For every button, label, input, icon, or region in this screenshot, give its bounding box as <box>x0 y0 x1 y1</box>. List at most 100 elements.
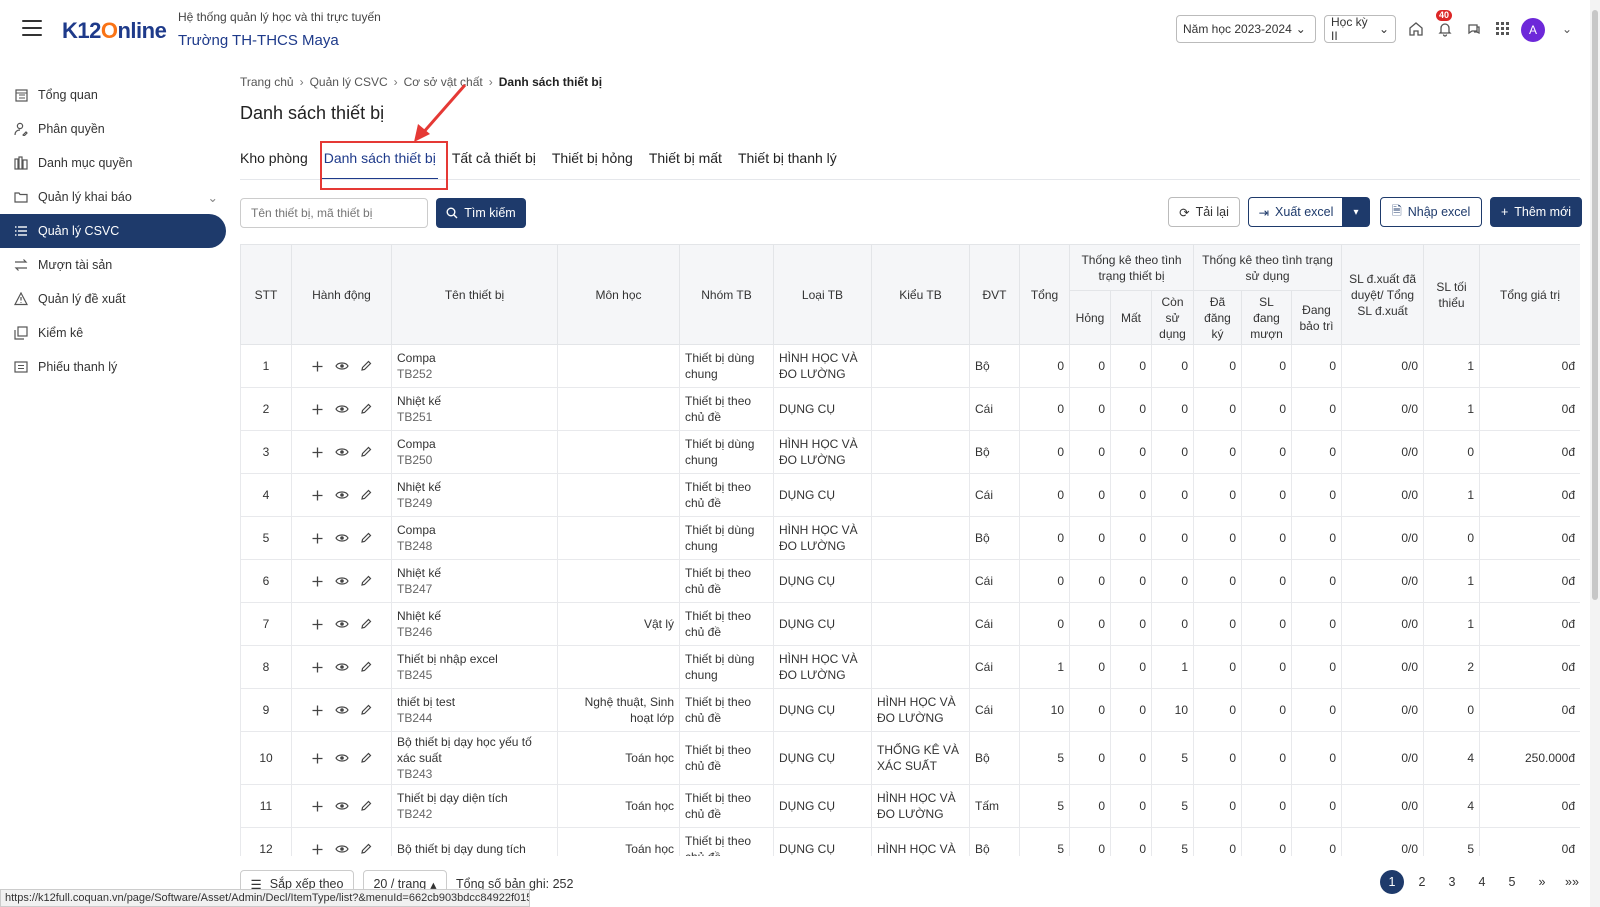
pencil-icon[interactable] <box>359 488 373 502</box>
tab-broken-devices[interactable]: Thiết bị hỏng <box>544 150 641 176</box>
chevron-down-icon[interactable]: ⌄ <box>1562 22 1572 36</box>
pencil-icon[interactable] <box>359 842 373 856</box>
sidebar-item-inventory[interactable]: Kiểm kê <box>0 316 230 350</box>
cell-stt: 7 <box>240 602 292 646</box>
eye-icon[interactable] <box>334 574 349 588</box>
sidebar-item-proposal[interactable]: Quản lý đề xuất <box>0 282 230 316</box>
plus-icon[interactable] <box>311 531 325 545</box>
cell-total: 0 <box>1019 387 1070 431</box>
breadcrumb-current: Danh sách thiết bị <box>498 75 603 89</box>
pencil-icon[interactable] <box>359 359 373 373</box>
export-excel-button[interactable]: ⇥ Xuất excel <box>1248 197 1344 227</box>
eye-icon[interactable] <box>334 359 349 373</box>
pencil-icon[interactable] <box>359 751 373 765</box>
page-3[interactable]: 3 <box>1440 870 1464 894</box>
page-4[interactable]: 4 <box>1470 870 1494 894</box>
sidebar-item-permission-catalog[interactable]: Danh mục quyền <box>0 146 230 180</box>
plus-icon[interactable] <box>311 842 325 856</box>
eye-icon[interactable] <box>334 703 349 717</box>
home-icon[interactable] <box>1405 18 1427 40</box>
plus-icon[interactable] <box>311 402 325 416</box>
cell-subject: Toán học <box>557 827 680 856</box>
eye-icon[interactable] <box>334 488 349 502</box>
pencil-icon[interactable] <box>359 617 373 631</box>
tab-room-storage[interactable]: Kho phòng <box>240 150 316 176</box>
cell-broken: 0 <box>1069 473 1111 517</box>
plus-icon[interactable] <box>311 799 325 813</box>
plus-icon[interactable] <box>311 359 325 373</box>
sidebar-item-overview[interactable]: Tổng quan <box>0 78 230 112</box>
school-year-select[interactable]: Năm học 2023-2024 ⌄ <box>1176 15 1316 43</box>
app-logo[interactable]: K12Online <box>62 18 167 44</box>
bell-icon[interactable] <box>1434 18 1456 40</box>
export-dropdown-button[interactable]: ▾ <box>1342 197 1370 227</box>
cell-value: 0đ <box>1479 827 1580 856</box>
plus-icon[interactable] <box>311 488 325 502</box>
cell-borrowing: 0 <box>1241 344 1292 388</box>
cell-unit: Tấm <box>969 784 1020 828</box>
cell-broken: 0 <box>1069 645 1111 689</box>
cell-group: Thiết bị theo chủ đề <box>679 473 774 517</box>
next-page-button[interactable]: » <box>1530 870 1554 894</box>
device-name: Thiết bị dạy diện tích <box>397 791 508 805</box>
table-row: 11 Thiết bị dạy diện tích TB242 Toán học Thi… <box>240 784 1580 828</box>
reload-button[interactable]: ⟳ Tải lại <box>1168 197 1240 227</box>
table-row: 9 thiết bị test TB244 Nghệ thuật, Sinh hoạt… <box>240 688 1580 732</box>
plus-icon[interactable] <box>311 617 325 631</box>
pencil-icon[interactable] <box>359 799 373 813</box>
eye-icon[interactable] <box>334 660 349 674</box>
pencil-icon[interactable] <box>359 574 373 588</box>
chat-icon[interactable] <box>1463 18 1485 40</box>
plus-icon[interactable] <box>311 445 325 459</box>
eye-icon[interactable] <box>334 617 349 631</box>
sidebar-item-permission[interactable]: Phân quyền <box>0 112 230 146</box>
sidebar-item-csvc[interactable]: Quản lý CSVC <box>0 214 226 248</box>
page-1[interactable]: 1 <box>1380 870 1404 894</box>
plus-icon[interactable] <box>311 660 325 674</box>
cell-unit: Bộ <box>969 516 1020 560</box>
plus-icon[interactable] <box>311 703 325 717</box>
sidebar-item-liquidation[interactable]: Phiếu thanh lý <box>0 350 230 384</box>
cell-broken: 0 <box>1069 516 1111 560</box>
import-excel-button[interactable]: 🗎 Nhập excel <box>1380 197 1482 227</box>
cell-broken: 0 <box>1069 784 1111 828</box>
search-button[interactable]: Tìm kiếm <box>436 198 526 228</box>
plus-icon[interactable] <box>311 751 325 765</box>
pencil-icon[interactable] <box>359 703 373 717</box>
tab-liquidated-devices[interactable]: Thiết bị thanh lý <box>730 150 845 176</box>
last-page-button[interactable]: »» <box>1560 870 1584 894</box>
eye-icon[interactable] <box>334 799 349 813</box>
cell-borrowing: 0 <box>1241 645 1292 689</box>
breadcrumb-csvc[interactable]: Quản lý CSVC <box>310 75 388 89</box>
cell-borrowing: 0 <box>1241 731 1292 785</box>
term-select[interactable]: Học kỳ II ⌄ <box>1324 15 1396 43</box>
cell-lost: 0 <box>1110 430 1152 474</box>
pencil-icon[interactable] <box>359 445 373 459</box>
menu-icon[interactable] <box>22 20 42 36</box>
plus-icon[interactable] <box>311 574 325 588</box>
tab-all-devices[interactable]: Tất cả thiết bị <box>444 150 544 176</box>
apps-grid-icon[interactable] <box>1492 18 1514 40</box>
pencil-icon[interactable] <box>359 402 373 416</box>
sidebar-item-declaration[interactable]: Quản lý khai báo ⌄ <box>0 180 230 214</box>
avatar[interactable]: A <box>1521 18 1545 42</box>
cell-borrowing: 0 <box>1241 688 1292 732</box>
eye-icon[interactable] <box>334 842 349 856</box>
cell-lost: 0 <box>1110 387 1152 431</box>
breadcrumb-home[interactable]: Trang chủ <box>240 75 294 89</box>
pencil-icon[interactable] <box>359 660 373 674</box>
eye-icon[interactable] <box>334 531 349 545</box>
eye-icon[interactable] <box>334 402 349 416</box>
page-2[interactable]: 2 <box>1410 870 1434 894</box>
pencil-icon[interactable] <box>359 531 373 545</box>
page-5[interactable]: 5 <box>1500 870 1524 894</box>
add-new-button[interactable]: + Thêm mới <box>1490 197 1582 227</box>
sidebar-item-borrow[interactable]: Mượn tài sản <box>0 248 230 282</box>
tab-lost-devices[interactable]: Thiết bị mất <box>641 150 730 176</box>
eye-icon[interactable] <box>334 445 349 459</box>
eye-icon[interactable] <box>334 751 349 765</box>
cell-actions <box>291 473 392 517</box>
search-input[interactable] <box>240 198 428 228</box>
cell-min: 1 <box>1423 344 1481 388</box>
page-scrollbar-thumb[interactable] <box>1592 10 1598 600</box>
